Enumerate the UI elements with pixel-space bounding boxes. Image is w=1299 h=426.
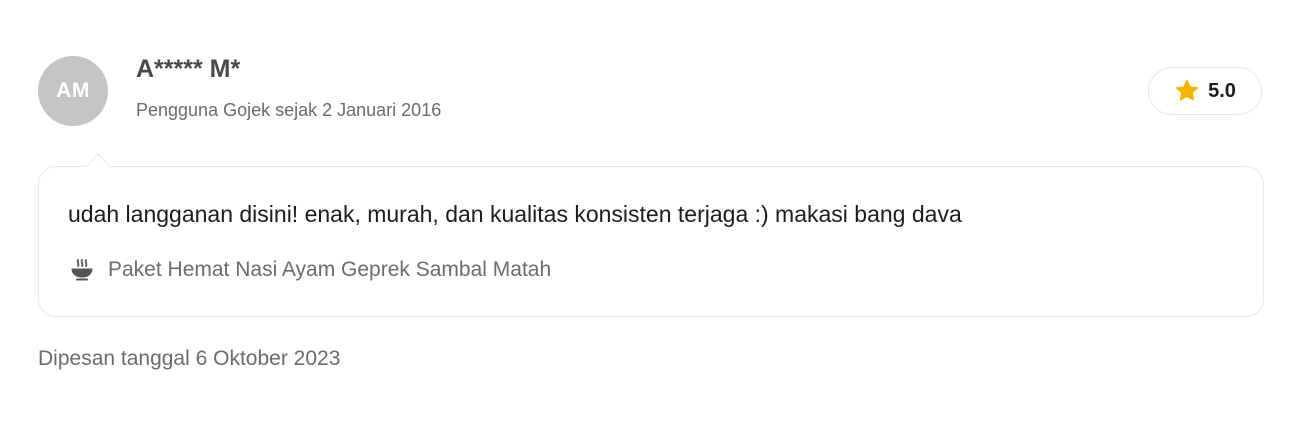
member-since: Pengguna Gojek sejak 2 Januari 2016: [136, 100, 442, 120]
reviewer-name: A***** M*: [136, 55, 241, 83]
order-date: Dipesan tanggal 6 Oktober 2023: [38, 347, 341, 370]
bubble-tail: [86, 153, 110, 167]
rating-badge: 5.0: [1148, 67, 1262, 115]
review-text: udah langganan disini! enak, murah, dan …: [68, 201, 962, 227]
dish-name: Paket Hemat Nasi Ayam Geprek Sambal Mata…: [108, 258, 552, 281]
food-bowl-icon: [70, 259, 94, 281]
rating-value: 5.0: [1208, 79, 1236, 102]
avatar: AM: [38, 56, 108, 126]
avatar-initials: AM: [56, 79, 90, 102]
star-icon: [1174, 78, 1200, 104]
review-bubble: udah langganan disini! enak, murah, dan …: [38, 166, 1264, 317]
ordered-dish: Paket Hemat Nasi Ayam Geprek Sambal Mata…: [70, 258, 551, 282]
